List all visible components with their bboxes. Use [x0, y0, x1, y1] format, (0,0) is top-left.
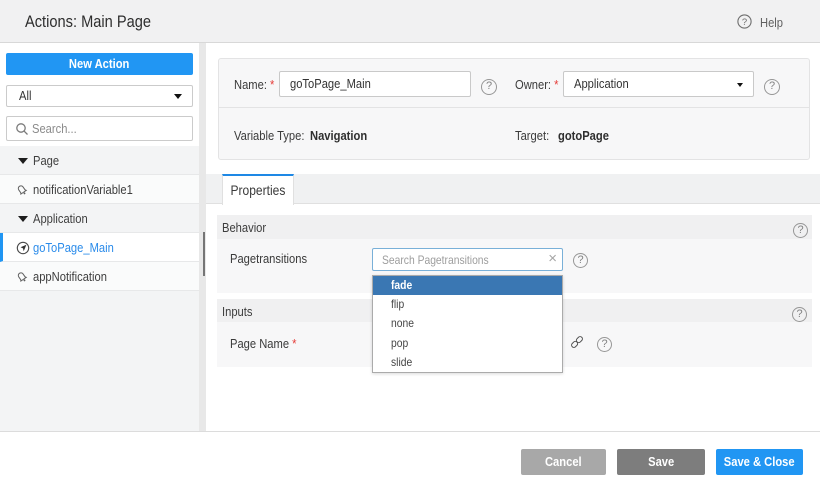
svg-text:?: ?: [742, 17, 747, 28]
